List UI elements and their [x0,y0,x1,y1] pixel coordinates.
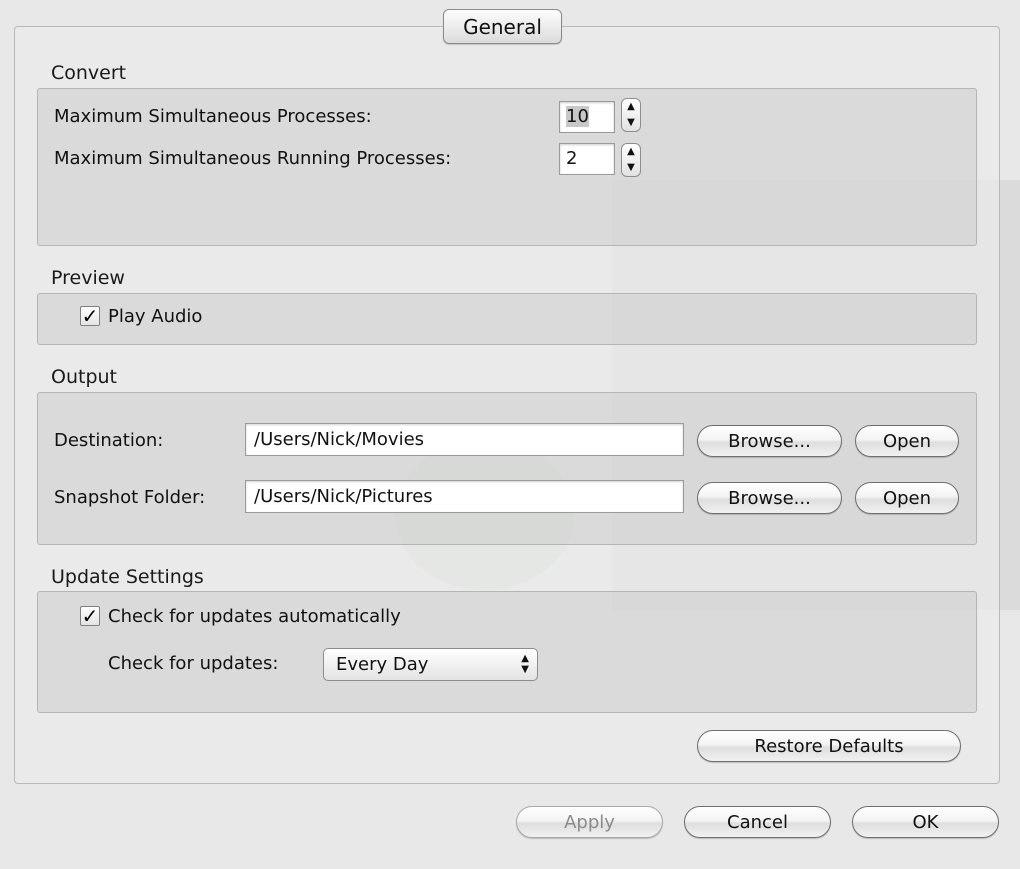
checkmark-icon: ✓ [81,304,99,328]
max-running-stepper[interactable]: ▲ ▼ [621,143,641,177]
output-section-title: Output [51,366,117,388]
checkmark-icon: ✓ [81,604,99,628]
max-processes-value: 10 [566,106,589,127]
auto-update-checkbox[interactable]: ✓ [80,606,100,626]
destination-label: Destination: [54,430,164,451]
update-frequency-value: Every Day [336,654,429,675]
restore-defaults-button[interactable]: Restore Defaults [697,730,961,762]
output-group [37,392,977,545]
play-audio-checkbox[interactable]: ✓ [80,306,100,326]
update-settings-section-title: Update Settings [51,566,204,588]
tab-general[interactable]: General [443,9,562,44]
snapshot-folder-label: Snapshot Folder: [54,487,206,508]
snapshot-open-button[interactable]: Open [855,482,959,514]
update-frequency-label: Check for updates: [108,653,279,674]
ok-label: OK [912,811,939,833]
max-running-label: Maximum Simultaneous Running Processes: [54,148,452,169]
max-processes-stepper[interactable]: ▲ ▼ [621,98,641,132]
cancel-label: Cancel [727,811,788,833]
update-frequency-select[interactable]: Every Day ▲ ▼ [323,648,538,681]
auto-update-label: Check for updates automatically [108,606,401,627]
restore-defaults-label: Restore Defaults [754,735,904,757]
max-running-field[interactable]: 2 [559,143,615,175]
max-processes-field[interactable]: 10 [559,101,615,133]
cancel-button[interactable]: Cancel [684,806,831,838]
stepper-down-icon[interactable]: ▼ [627,163,635,173]
open-label: Open [882,430,932,452]
play-audio-label: Play Audio [108,306,203,327]
ok-button[interactable]: OK [852,806,999,838]
destination-value: /Users/Nick/Movies [254,429,425,450]
apply-label: Apply [564,811,615,833]
browse-label: Browse... [728,430,811,452]
stepper-up-icon[interactable]: ▲ [627,147,635,157]
snapshot-folder-value: /Users/Nick/Pictures [254,486,433,507]
preview-section-title: Preview [51,267,125,289]
popup-arrows-icon: ▲ ▼ [521,653,529,675]
max-processes-label: Maximum Simultaneous Processes: [54,106,372,127]
snapshot-browse-button[interactable]: Browse... [697,482,842,514]
destination-open-button[interactable]: Open [855,425,959,457]
apply-button[interactable]: Apply [516,806,663,838]
stepper-down-icon[interactable]: ▼ [627,118,635,128]
stepper-up-icon[interactable]: ▲ [627,102,635,112]
destination-browse-button[interactable]: Browse... [697,425,842,457]
convert-section-title: Convert [51,62,127,84]
snapshot-folder-field[interactable]: /Users/Nick/Pictures [245,480,684,513]
tab-general-label: General [463,14,542,39]
max-running-value: 2 [566,148,578,169]
browse-label: Browse... [728,487,811,509]
destination-field[interactable]: /Users/Nick/Movies [245,423,684,456]
open-label: Open [882,487,932,509]
